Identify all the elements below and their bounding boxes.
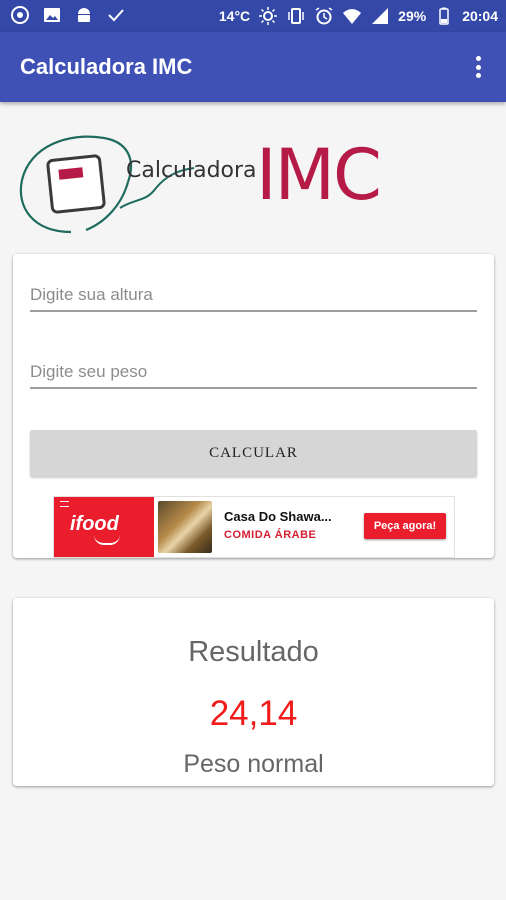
- android-icon: [74, 5, 94, 25]
- result-value: 24,14: [209, 694, 298, 733]
- image-icon: [42, 5, 62, 25]
- battery-icon: [434, 6, 454, 26]
- logo-text: Calculadora: [126, 158, 257, 183]
- wifi-icon: [342, 6, 362, 26]
- app-bar: Calculadora IMC: [0, 32, 506, 102]
- result-title: Resultado: [188, 636, 319, 668]
- input-card: CALCULAR ifood Casa Do Shawa... COMIDA Á…: [13, 254, 494, 558]
- battery-level: 29%: [398, 8, 427, 24]
- result-card: Resultado 24,14 Peso normal: [13, 598, 494, 786]
- temperature: 14°C: [218, 8, 251, 24]
- result-status: Peso normal: [183, 750, 324, 778]
- status-bar: 14°C 29% 20:04: [0, 0, 506, 32]
- ad-banner[interactable]: ifood Casa Do Shawa... COMIDA ÁRABE Peça…: [53, 496, 455, 558]
- ad-category: COMIDA ÁRABE: [224, 529, 317, 541]
- menu-icon: [60, 501, 69, 507]
- calculate-button[interactable]: CALCULAR: [30, 430, 477, 476]
- ifood-logo: ifood: [54, 497, 154, 557]
- food-photo: [158, 501, 212, 553]
- weight-input[interactable]: [30, 351, 477, 387]
- clock: 20:04: [462, 8, 498, 24]
- ad-order-button[interactable]: Peça agora!: [364, 513, 446, 539]
- height-input[interactable]: [30, 274, 477, 310]
- signal-icon: [370, 6, 390, 26]
- height-field-wrapper: [30, 274, 477, 312]
- app-title: Calculadora IMC: [20, 54, 193, 79]
- chrome-icon: [10, 5, 30, 25]
- weight-field-wrapper: [30, 351, 477, 389]
- check-icon: [106, 5, 126, 25]
- ad-restaurant-name: Casa Do Shawa...: [224, 509, 332, 524]
- logo-accent: IMC: [256, 134, 382, 216]
- more-vert-icon[interactable]: [466, 52, 490, 82]
- smile-icon: [94, 535, 120, 545]
- app-logo: Calculadora IMC: [16, 128, 406, 238]
- ad-brand: ifood: [70, 513, 119, 535]
- alarm-icon: [314, 6, 334, 26]
- vibrate-icon: [286, 6, 306, 26]
- sun-icon: [258, 6, 278, 26]
